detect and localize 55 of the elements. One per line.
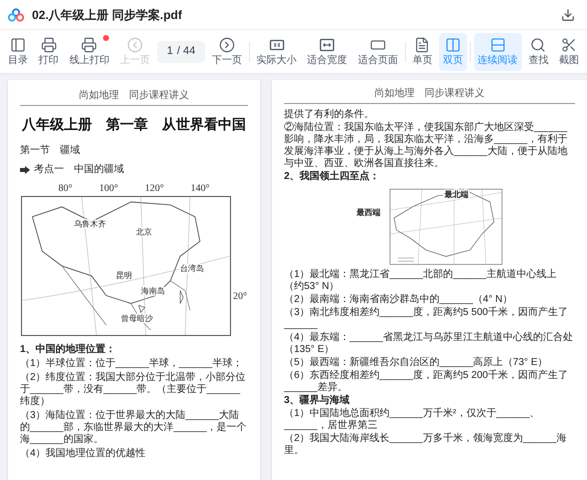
printer-icon [40, 36, 57, 52]
printer-icon [81, 36, 98, 52]
latitude-label: 20° [233, 290, 247, 304]
worksheet-text: （2）我国大陆海岸线长______万多千米，领海宽度为______海里。 [284, 433, 568, 457]
worksheet-text: （1）最北端：黑龙江省______北部的______主航道中心线上（约53° N） [284, 269, 558, 293]
toolbar-button[interactable]: 实际大小 [252, 32, 301, 70]
worksheet-text: （4）我国地理位置的优越性 [20, 448, 147, 460]
toolbar-button[interactable]: 打印 [34, 32, 63, 70]
single-page-icon [414, 36, 430, 52]
worksheet-text: ②海陆位置：我国东临太平洋，使我国东部广大地区深受______影响，降水丰沛，局，我国东临太平洋，沿海多______，有利于发展海洋事业，便于从海上与海外各入______大陆，便于从陆地与中亚、西亚、欧洲各国直接往来。 [284, 122, 568, 170]
worksheet-text: （3）海陆位置：位于世界最大的大陆______大陆的______部，东临世界最大的大洋______，是一个海______的国家。 [20, 410, 248, 446]
toolbar-button[interactable]: 截图 [554, 32, 583, 70]
question-heading: 3、疆界与海域 [284, 395, 351, 407]
worksheet-text: （4）最东端：______省黑龙江与乌苏里江主航道中心线的汇合处（135° E） [284, 332, 574, 356]
worksheet-text: （2）纬度位置：我国大部分位于北温带，小部分位于______带，没有______带。（主要位于______纬度） [20, 372, 247, 408]
longitude-label: 100° [99, 182, 118, 196]
chevron-right-icon [219, 36, 236, 52]
longitude-label: 80° [58, 182, 72, 196]
chapter-title: 八年级上册 第一章 从世界看中国 [20, 115, 247, 134]
download-icon [561, 8, 575, 22]
toolbar-button[interactable]: 目录 [4, 32, 32, 70]
worksheet-text: （1）半球位置：位于______半球，______半球； [20, 358, 244, 370]
file-name: 02.八年级上册 同步学案.pdf [32, 6, 184, 24]
worksheet-text: （6）东西经度相差约______度，距离约5 200千米，因而产生了______差异。 [284, 370, 569, 394]
section-title: 第一节 疆域 [20, 144, 81, 158]
current-page: 1 [166, 44, 173, 60]
search-icon [530, 36, 546, 52]
worksheet-text: （5）最西端：新疆维吾尔自治区的______高原上（73° E） [284, 357, 549, 369]
question-heading: 2、我国领土四至点： [284, 171, 381, 183]
question-heading: 1、中国的地理位置： [20, 344, 117, 356]
two-rows-icon [490, 36, 506, 52]
cloud-logo-icon [8, 8, 24, 22]
toolbar-button[interactable]: 单页 [408, 32, 436, 70]
toolbar-button[interactable]: 查找 [524, 32, 552, 70]
scissors-icon [560, 36, 577, 52]
worksheet-text: （3）南北纬度相差约______度，距离约5 500千米，因而产生了______ [284, 307, 569, 331]
fit-width-icon [319, 36, 336, 52]
longitude-label: 120° [144, 182, 164, 196]
toolbar-button[interactable]: 适合页面 [354, 32, 402, 70]
worksheet-text: 提供了有利的条件。 [284, 109, 375, 121]
chevron-left-icon [127, 36, 144, 52]
toolbar-button[interactable]: 适合宽度 [303, 32, 352, 70]
arrow-icon [20, 166, 30, 174]
page-header: 尚如地理 同步课程讲义 [284, 86, 575, 104]
worksheet-text: （2）最南端：海南省南沙群岛中的______（4° N） [284, 294, 514, 306]
page-header: 尚如地理 同步课程讲义 [20, 88, 248, 106]
page-total: / 44 [177, 44, 196, 60]
toolbar-button[interactable]: 线上打印 [65, 32, 114, 70]
longitude-label: 140° [190, 182, 210, 196]
sidebar-icon [10, 36, 26, 52]
two-columns-icon [445, 36, 462, 52]
toolbar-button[interactable]: 下一页 [208, 32, 246, 70]
key-point-title: 考点一 中国的疆域 [34, 162, 124, 177]
worksheet-text: （1）中国陆地总面积约______万千米²，仅次于______、______，居世界第三 [284, 408, 541, 432]
page-number-field[interactable]: 1 / 44 [156, 40, 206, 62]
